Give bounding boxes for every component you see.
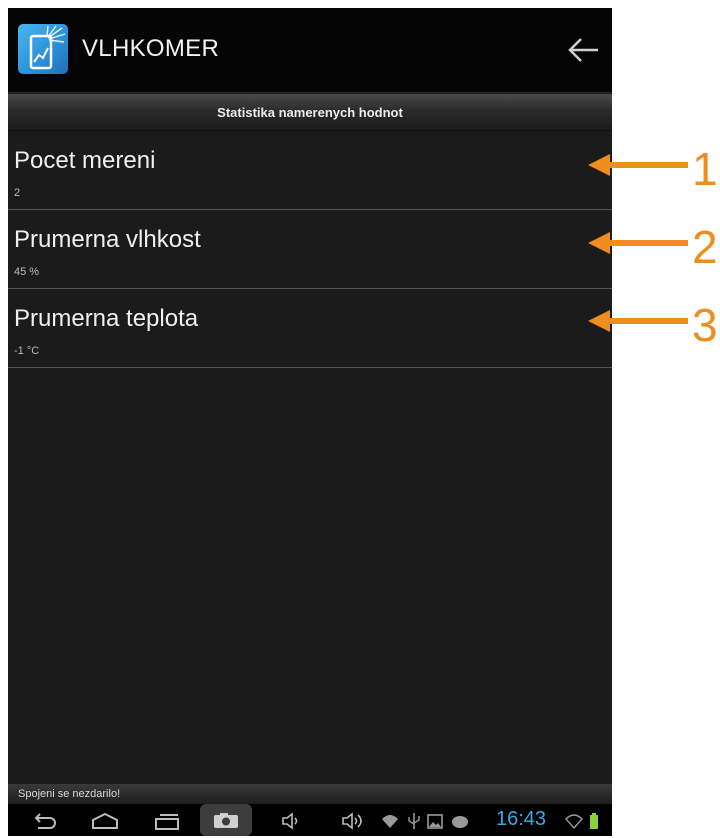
app-title: VLHKOMER (82, 35, 220, 62)
home-icon[interactable] (90, 810, 120, 832)
arrow-left-icon (588, 232, 688, 254)
list-item-value: 2 (14, 187, 21, 199)
android-icon (452, 816, 468, 828)
list-item-label: Prumerna teplota (14, 305, 199, 332)
list-item-measurement-count[interactable]: Pocet mereni 2 (8, 131, 612, 210)
system-navigation-bar: 16:43 (8, 804, 612, 836)
clock: 16:43 (496, 808, 547, 830)
list-item-label: Pocet mereni (14, 147, 156, 174)
battery-icon (590, 813, 598, 829)
annotation-number: 1 (692, 143, 718, 195)
annotation-3: 3 (588, 298, 718, 358)
stats-list: Pocet mereni 2 Prumerna vlhkost 45 % Pru… (8, 131, 612, 368)
annotation-2: 2 (588, 220, 718, 280)
list-item-average-temperature[interactable]: Prumerna teplota -1 °C (8, 289, 612, 368)
recent-apps-icon[interactable] (152, 810, 182, 832)
annotation-number: 2 (692, 221, 718, 273)
app-screen: VLHKOMER Statistika namerenych hodnot Po… (8, 8, 612, 836)
app-logo-icon (18, 24, 68, 74)
gallery-icon (427, 814, 443, 829)
arrow-left-icon (588, 310, 688, 332)
list-item-label: Prumerna vlhkost (14, 226, 201, 253)
status-message: Spojeni se nezdarilo! (18, 788, 121, 800)
usb-icon (408, 813, 420, 829)
annotation-1: 1 (588, 142, 718, 202)
screenshot-icon[interactable] (198, 804, 254, 836)
arrow-left-icon (568, 38, 598, 62)
section-header-label: Statistika namerenych hodnot (217, 105, 403, 120)
action-bar: VLHKOMER (8, 8, 612, 93)
status-message-bar: Spojeni se nezdarilo! (8, 784, 612, 804)
back-icon[interactable] (32, 810, 58, 832)
volume-up-icon[interactable] (340, 810, 366, 832)
volume-down-icon[interactable] (280, 810, 302, 832)
list-item-value: 45 % (14, 266, 40, 278)
wifi-signal-icon (565, 814, 583, 830)
annotation-number: 3 (692, 299, 718, 351)
wifi-icon (382, 815, 398, 828)
list-item-average-humidity[interactable]: Prumerna vlhkost 45 % (8, 210, 612, 289)
arrow-left-icon (588, 154, 688, 176)
list-item-value: -1 °C (14, 345, 40, 357)
back-button[interactable] (564, 30, 604, 70)
section-header: Statistika namerenych hodnot (8, 94, 612, 131)
